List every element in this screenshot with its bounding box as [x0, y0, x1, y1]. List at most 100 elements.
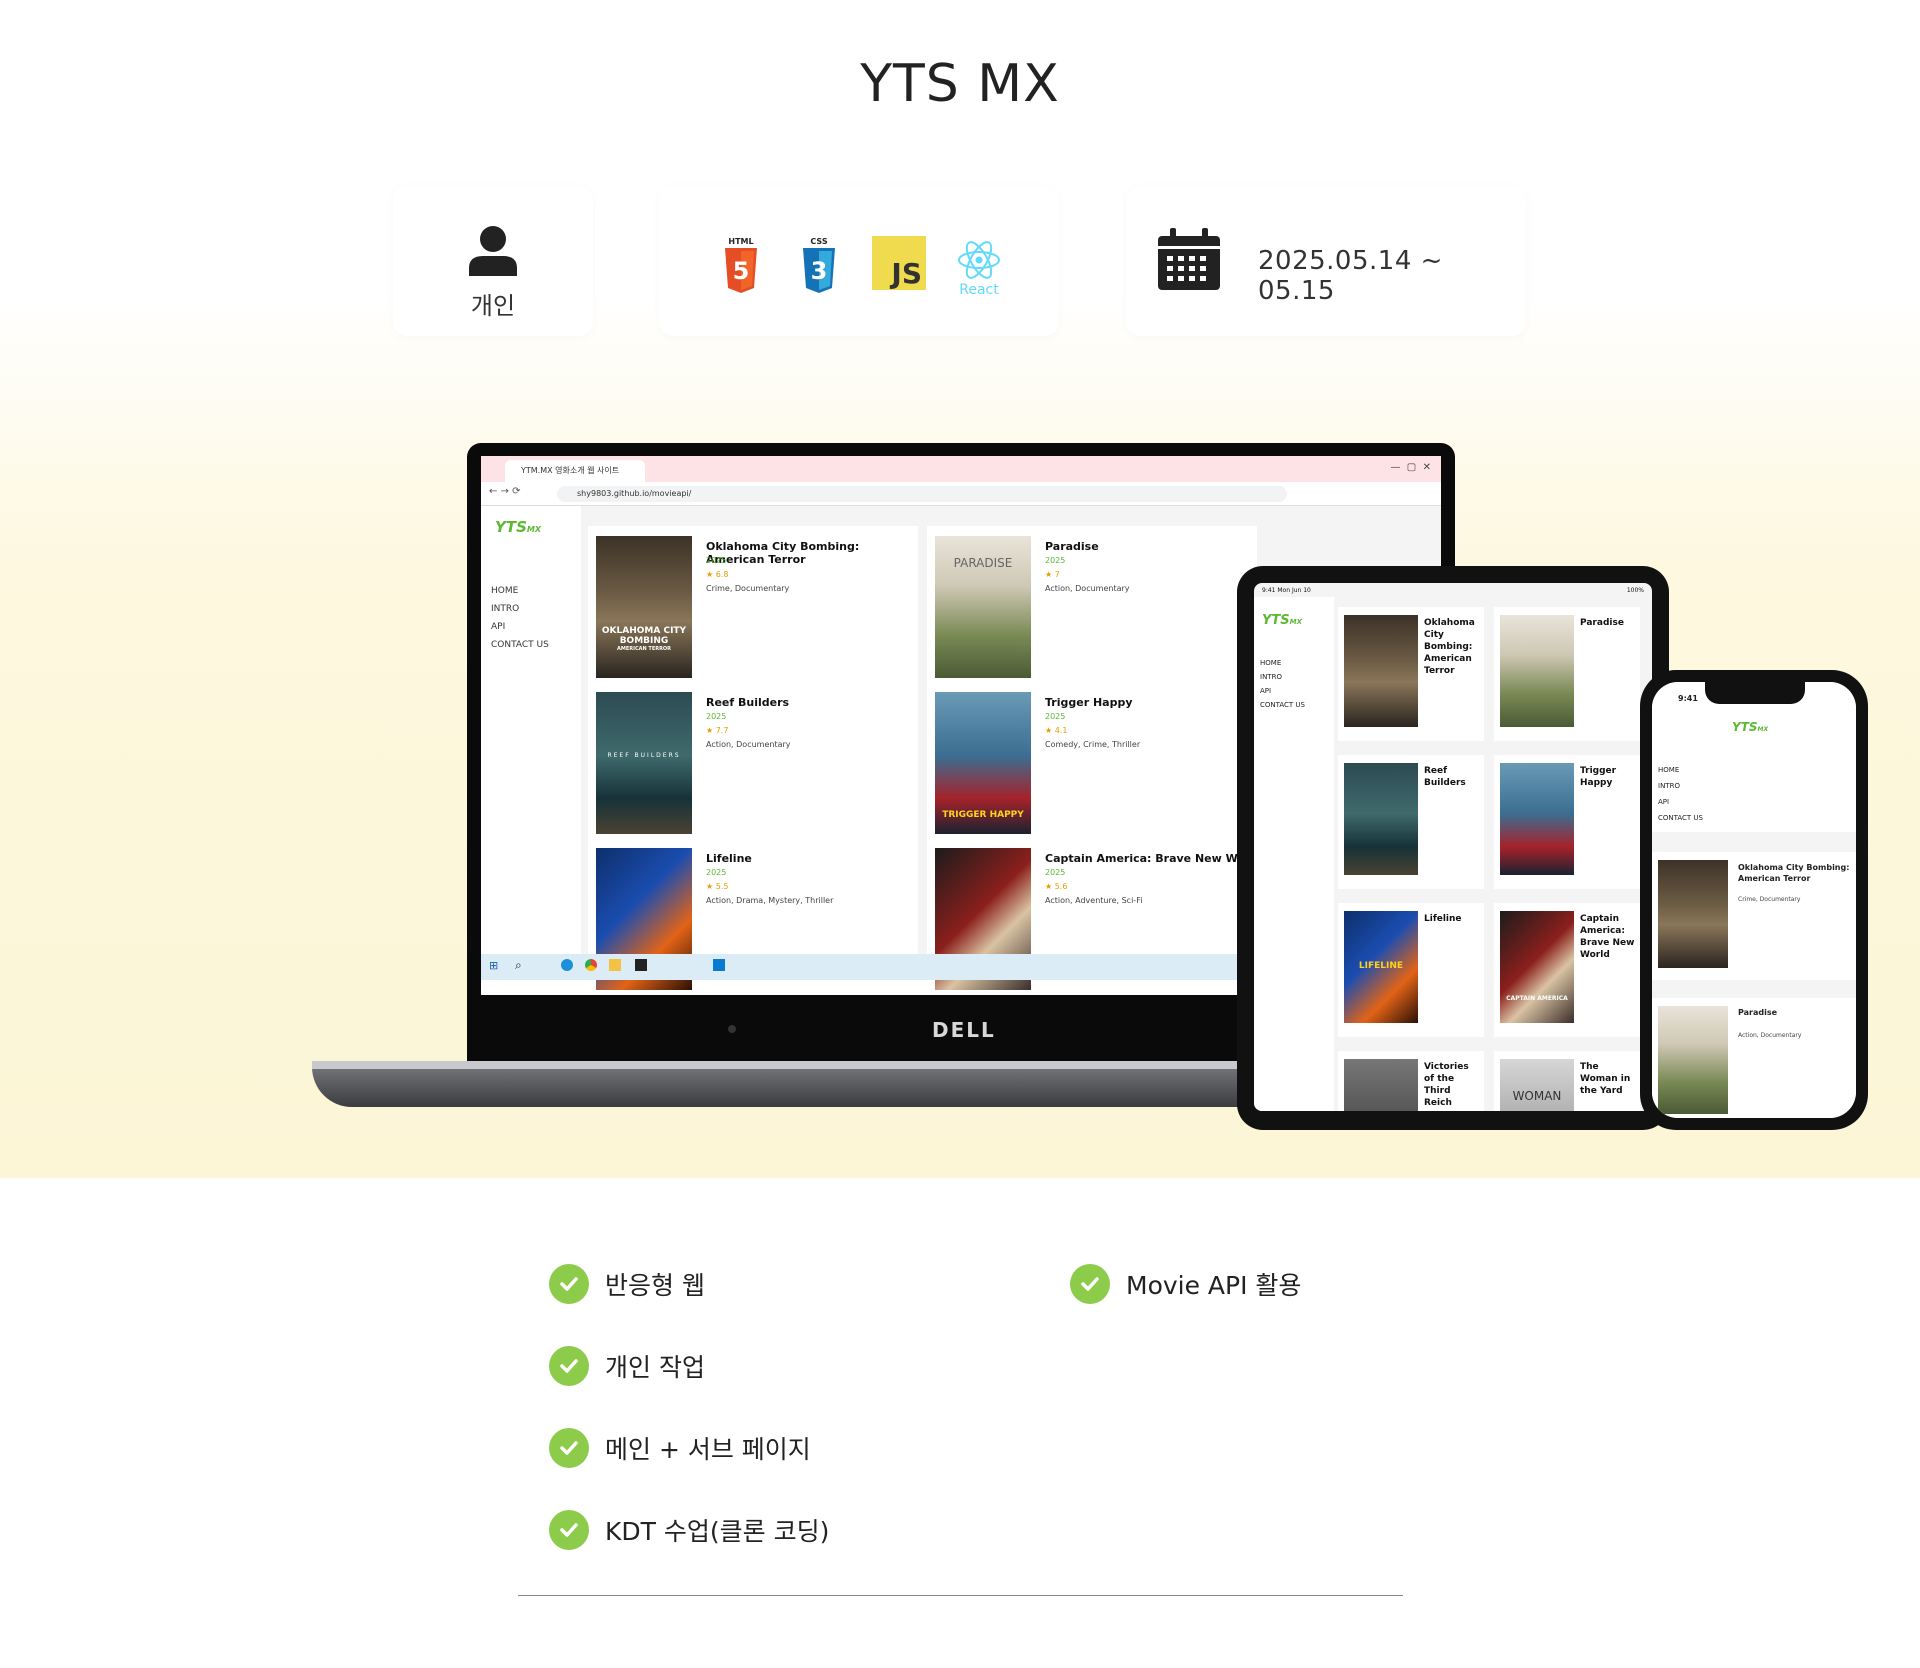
laptop-camera: [728, 1025, 736, 1033]
movie-genre: Action, Documentary: [1045, 584, 1130, 593]
yts-logo: YTSMX: [1262, 613, 1303, 628]
nav-intro[interactable]: INTRO: [491, 604, 519, 614]
movie-rating: ★ 5.5: [706, 882, 729, 891]
yts-logo: YTSMX: [1732, 720, 1769, 734]
nav-home[interactable]: HOME: [1260, 659, 1281, 667]
dell-logo: DELL: [932, 1018, 996, 1042]
css3-icon: CSS 3: [803, 237, 835, 293]
movie-card[interactable]: REEF BUILDERS Reef Builders 2025 ★ 7.7 A…: [588, 682, 918, 847]
movie-card[interactable]: Paradise Action, Documentary: [1652, 998, 1856, 1118]
movie-card[interactable]: Reef Builders: [1338, 755, 1484, 889]
movie-year: 2025: [1045, 868, 1066, 877]
nav-home[interactable]: HOME: [1658, 766, 1679, 774]
movie-rating: ★ 5.6: [1045, 882, 1068, 891]
movie-year: 2025: [706, 712, 727, 721]
movie-title: Trigger Happy: [1045, 696, 1133, 709]
movie-poster: PARADISE: [935, 536, 1031, 678]
movie-title: Reef Builders: [706, 696, 790, 709]
vscode-icon[interactable]: [713, 959, 725, 971]
nav-api[interactable]: API: [1658, 798, 1669, 806]
nav-contact[interactable]: CONTACT US: [1658, 814, 1703, 822]
check-icon: [549, 1428, 589, 1468]
movie-title: Captain America: Brave New World: [1045, 852, 1263, 865]
react-label: React: [959, 282, 999, 296]
movie-card[interactable]: Trigger Happy: [1494, 755, 1640, 889]
movie-card[interactable]: PARADISE Paradise 2025 ★ 7 Action, Docum…: [927, 526, 1257, 691]
movie-title: Lifeline: [706, 852, 752, 865]
nav-intro[interactable]: INTRO: [1260, 673, 1282, 681]
movie-card[interactable]: Paradise: [1494, 607, 1640, 741]
movie-title: Paradise: [1045, 540, 1099, 553]
search-icon[interactable]: ⌕: [515, 958, 522, 973]
feature-label: KDT 수업(클론 코딩): [605, 1517, 830, 1546]
movie-poster: [1344, 763, 1418, 875]
movie-genre: Comedy, Crime, Thriller: [1045, 740, 1141, 749]
js-icon: JS: [872, 236, 926, 290]
folder-icon[interactable]: [609, 959, 621, 971]
feature-label: 개인 작업: [605, 1353, 705, 1382]
tablet-screen: 9:41 Mon Jun 10 100% YTSMX HOME INTRO AP…: [1254, 583, 1652, 1111]
html-label: HTML: [728, 237, 753, 246]
movie-poster: [1500, 615, 1574, 727]
feature-item: 반응형 웹: [549, 1264, 705, 1304]
site-sidebar: YTSMX HOME INTRO API CONTACT US: [481, 506, 581, 954]
feature-item: 메인 + 서브 페이지: [549, 1428, 811, 1468]
nav-intro[interactable]: INTRO: [1658, 782, 1680, 790]
movie-poster: [1344, 1059, 1418, 1111]
edge-icon[interactable]: [561, 959, 573, 971]
tech-stack-card: HTML 5 CSS 3 JS React: [659, 186, 1059, 336]
movie-year: 2025: [706, 868, 727, 877]
movie-title: Paradise: [1580, 618, 1624, 628]
movie-year: 2025: [1045, 712, 1066, 721]
movie-year: 2025: [706, 556, 727, 565]
movie-poster: REEF BUILDERS: [596, 692, 692, 834]
nav-api[interactable]: API: [1260, 687, 1271, 695]
movie-title: Lifeline: [1424, 914, 1462, 924]
movie-genre: Action, Drama, Mystery, Thriller: [706, 896, 834, 905]
browser-tab-bar: YTM.MX 영화소개 웹 사이트 — ▢ ✕: [481, 456, 1441, 482]
nav-arrows-icon[interactable]: ← → ⟳: [489, 486, 521, 497]
feature-item: Movie API 활용: [1070, 1264, 1301, 1304]
movie-card[interactable]: TRIGGER HAPPY Trigger Happy 2025 ★ 4.1 C…: [927, 682, 1257, 847]
address-bar[interactable]: shy9803.github.io/movieapi/: [557, 486, 1287, 502]
phone-header: 9:41 YTSMX HOME INTRO API CONTACT US: [1652, 682, 1856, 832]
movie-card[interactable]: Victories of the Third Reich: [1338, 1051, 1484, 1111]
calendar-icon: [1158, 228, 1220, 290]
period-card: 2025.05.14 ~ 05.15: [1126, 186, 1526, 336]
notes-icon[interactable]: [635, 959, 647, 971]
check-icon: [549, 1264, 589, 1304]
movie-card[interactable]: WOMAN The Woman in the Yard: [1494, 1051, 1640, 1111]
js-label: JS: [891, 257, 922, 290]
movie-title: Victories of the Third Reich: [1424, 1062, 1469, 1108]
movie-poster: CAPTAIN AMERICA: [1500, 911, 1574, 1023]
movie-genre: Action, Documentary: [1738, 1032, 1802, 1039]
movie-card[interactable]: LIFELINE Lifeline: [1338, 903, 1484, 1037]
windows-start-icon[interactable]: ⊞: [489, 959, 498, 972]
section-divider: [518, 1595, 1403, 1596]
nav-api[interactable]: API: [491, 622, 505, 632]
react-icon: React: [958, 241, 1000, 296]
nav-contact[interactable]: CONTACT US: [491, 640, 549, 650]
movie-card[interactable]: CAPTAIN AMERICA Captain America: Brave N…: [1494, 903, 1640, 1037]
movie-card[interactable]: Oklahoma City Bombing: American Terror C…: [1652, 852, 1856, 980]
check-icon: [1070, 1264, 1110, 1304]
period-text: 2025.05.14 ~ 05.15: [1258, 246, 1443, 306]
movie-card[interactable]: OKLAHOMA CITY BOMBING AMERICAN TERROR Ok…: [588, 526, 918, 691]
browser-tab[interactable]: YTM.MX 영화소개 웹 사이트: [505, 460, 645, 482]
movie-genre: Crime, Documentary: [1738, 896, 1801, 903]
nav-home[interactable]: HOME: [491, 586, 518, 596]
movie-year: 2025: [1045, 556, 1066, 565]
phone-notch: [1705, 682, 1805, 704]
movie-title: Trigger Happy: [1580, 766, 1617, 788]
tablet-sidebar: YTSMX HOME INTRO API CONTACT US: [1254, 597, 1334, 1111]
movie-poster: OKLAHOMA CITY BOMBING AMERICAN TERROR: [596, 536, 692, 678]
check-icon: [549, 1346, 589, 1386]
movie-poster: LIFELINE: [1344, 911, 1418, 1023]
movie-title: Captain America: Brave New World: [1580, 914, 1635, 960]
chrome-icon[interactable]: [585, 959, 597, 971]
movie-card[interactable]: Oklahoma City Bombing: American Terror: [1338, 607, 1484, 741]
movie-poster: [1658, 1006, 1728, 1114]
window-controls-icon[interactable]: — ▢ ✕: [1390, 462, 1431, 473]
nav-contact[interactable]: CONTACT US: [1260, 701, 1305, 709]
movie-rating: ★ 7.7: [706, 726, 729, 735]
